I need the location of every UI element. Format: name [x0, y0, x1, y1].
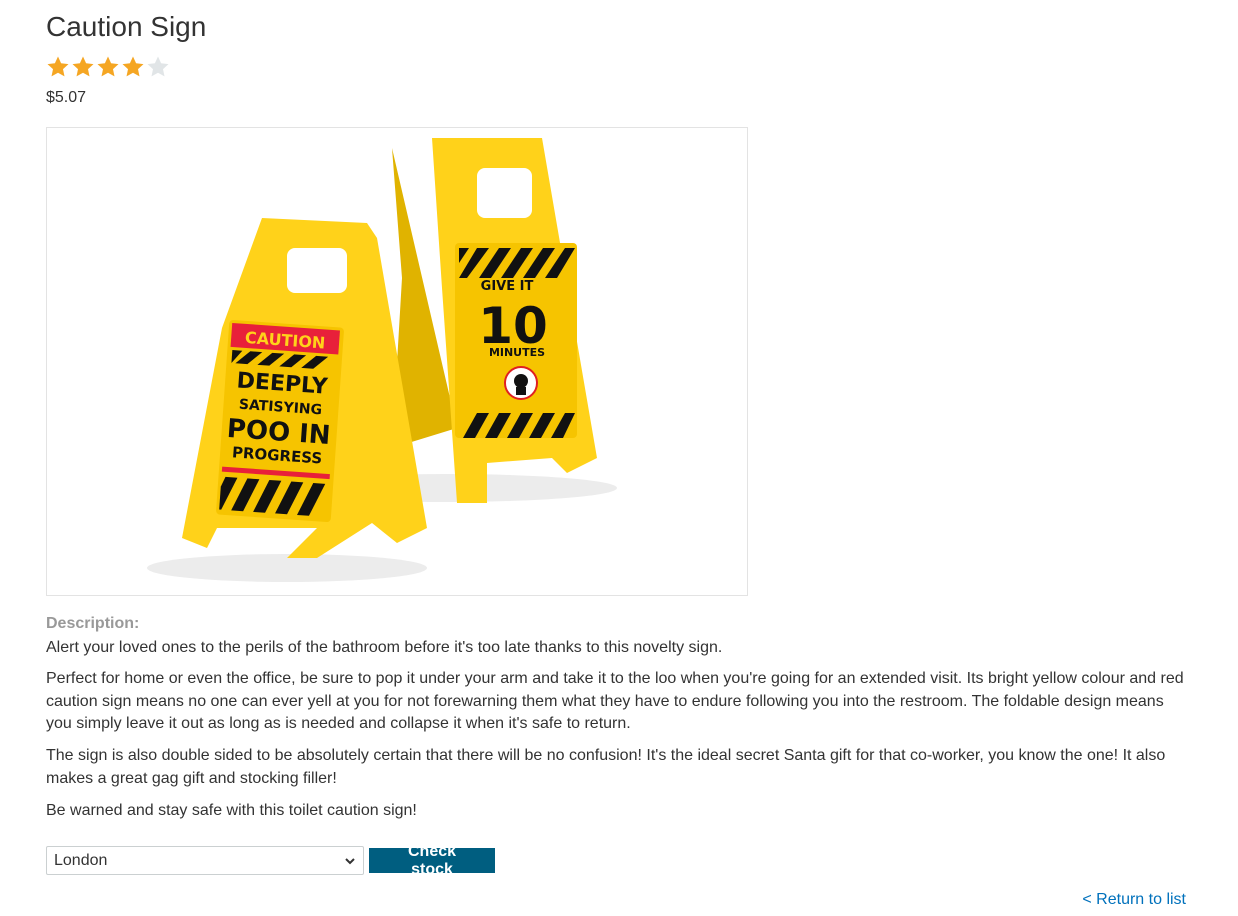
star-icon — [97, 56, 119, 77]
product-page: Caution Sign $5.07 GIVE IT 10 MINUTES CA… — [0, 0, 1238, 916]
back-sign: GIVE IT 10 MINUTES — [392, 138, 597, 503]
product-price: $5.07 — [46, 89, 87, 106]
star-icon — [72, 56, 94, 77]
store-select-value: London — [54, 851, 108, 869]
description-paragraph: The sign is also double sided to be abso… — [46, 747, 1166, 787]
caution-sign-illustration: GIVE IT 10 MINUTES CAUTION DEEPLY SATISY… — [147, 138, 617, 582]
front-sign: CAUTION DEEPLY SATISYING POO IN PROGRESS — [182, 218, 427, 558]
return-to-list-link[interactable]: < Return to list — [1082, 891, 1186, 909]
description-paragraph: Perfect for home or even the office, be … — [46, 670, 1184, 732]
chevron-down-icon — [345, 857, 355, 864]
star-icon — [122, 56, 144, 77]
back-sign-line3: MINUTES — [489, 346, 545, 359]
stock-check-form: London Check stock — [46, 843, 495, 878]
product-title: Caution Sign — [46, 11, 207, 42]
back-sign-line1: GIVE IT — [481, 279, 534, 294]
rating-stars — [46, 55, 170, 79]
description-paragraph: Alert your loved ones to the perils of t… — [46, 639, 723, 656]
check-stock-button[interactable]: Check stock — [369, 843, 495, 878]
description-label: Description: — [46, 615, 140, 632]
star-icon — [147, 56, 169, 77]
product-image: GIVE IT 10 MINUTES CAUTION DEEPLY SATISY… — [46, 127, 748, 596]
description-paragraph: Be warned and stay safe with this toilet… — [46, 802, 417, 819]
star-icon — [47, 56, 69, 77]
store-select[interactable]: London — [46, 846, 364, 875]
